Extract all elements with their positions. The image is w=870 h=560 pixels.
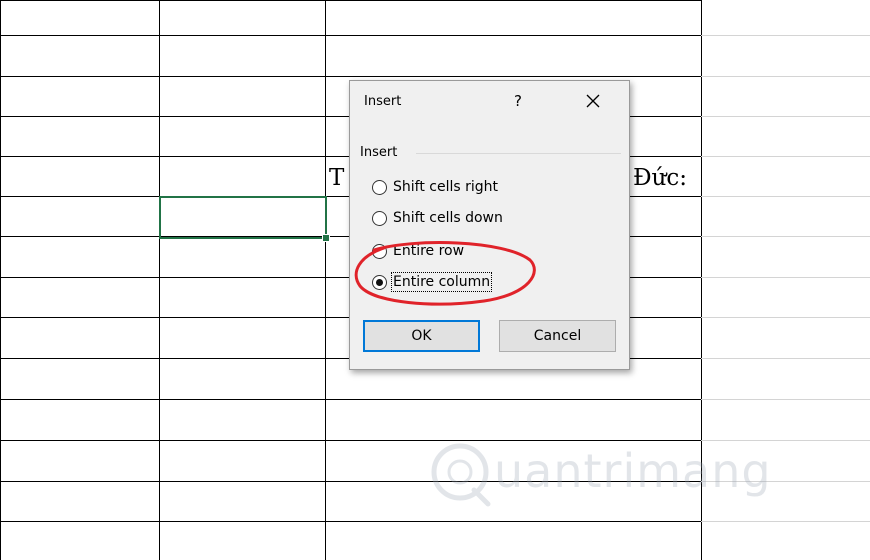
grid-line [701, 35, 870, 36]
close-button[interactable] [581, 89, 605, 113]
watermark-logo-icon [431, 443, 491, 507]
active-cell-selection[interactable] [159, 196, 327, 239]
grid-line [701, 156, 870, 157]
fill-handle[interactable] [322, 234, 330, 242]
grid-line [325, 0, 326, 560]
grid-line [0, 35, 701, 36]
grid-line [701, 116, 870, 117]
grid-line [701, 521, 870, 522]
grid-line [0, 0, 701, 1]
ok-button[interactable]: OK [363, 320, 480, 352]
grid-line [0, 399, 701, 400]
radio-label: Shift cells right [393, 179, 498, 195]
help-button[interactable]: ? [508, 89, 528, 113]
group-label: Insert [360, 145, 398, 160]
grid-line [701, 277, 870, 278]
watermark: uantrimang [428, 428, 788, 518]
radio-shift-cells-right[interactable]: Shift cells right [372, 176, 498, 198]
cell-text: Đức: [633, 165, 688, 191]
grid-line [159, 0, 160, 560]
grid-line [0, 76, 701, 77]
grid-line [701, 76, 870, 77]
cancel-button[interactable]: Cancel [499, 320, 616, 352]
group-divider [416, 153, 621, 154]
grid-line [701, 196, 870, 197]
watermark-text: uantrimang [494, 444, 772, 498]
radio-label: Shift cells down [393, 210, 503, 226]
highlight-ellipse-annotation [354, 241, 536, 306]
grid-line [0, 0, 1, 560]
grid-line [701, 317, 870, 318]
radio-button[interactable] [372, 179, 387, 195]
radio-shift-cells-down[interactable]: Shift cells down [372, 207, 503, 229]
grid-line [701, 399, 870, 400]
grid-line [701, 358, 870, 359]
dialog-title: Insert [364, 94, 402, 109]
insert-dialog: Insert ? Insert Shift cells right Shift … [349, 80, 630, 370]
cell-text: T [329, 165, 345, 191]
close-icon [586, 94, 600, 108]
grid-line [0, 521, 701, 522]
grid-line [701, 236, 870, 237]
radio-button[interactable] [372, 210, 387, 226]
